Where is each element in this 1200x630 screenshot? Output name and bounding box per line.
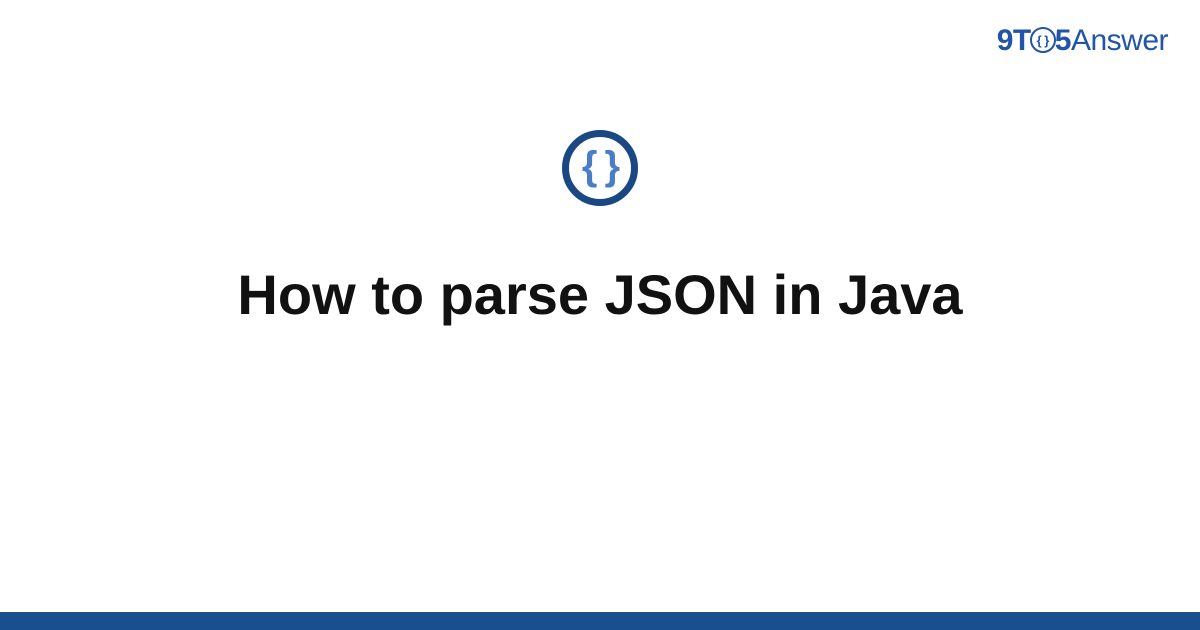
- topic-icon-ring: { }: [562, 130, 638, 206]
- json-braces-icon: { }: [582, 146, 618, 186]
- page-title: How to parse JSON in Java: [237, 261, 962, 328]
- footer-bar: [0, 612, 1200, 630]
- main-content: { } How to parse JSON in Java: [0, 0, 1200, 630]
